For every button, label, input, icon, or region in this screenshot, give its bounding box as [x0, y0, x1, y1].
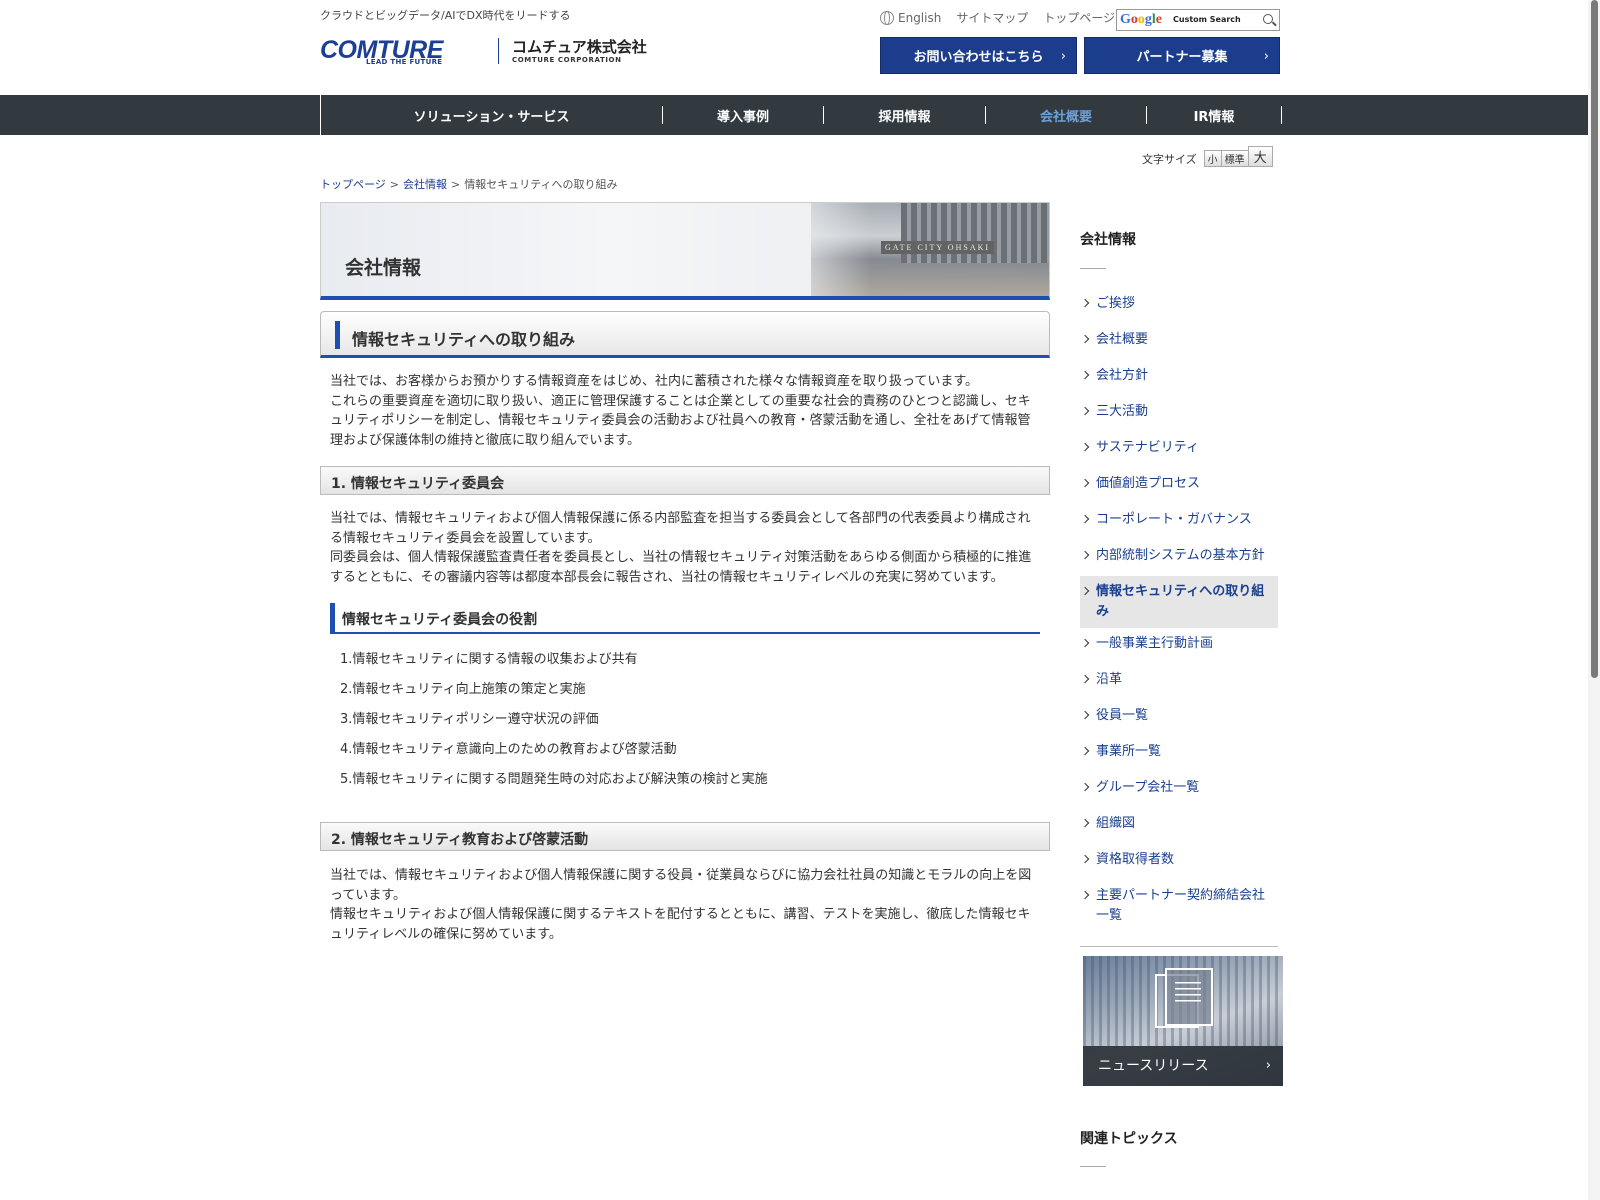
sidebar-heading: 会社情報	[1080, 232, 1136, 248]
partner-button-label: パートナー募集	[1136, 50, 1228, 65]
font-size-normal[interactable]: 標準	[1220, 150, 1249, 167]
section-2-header: 2. 情報セキュリティ教育および啓蒙活動	[320, 822, 1050, 851]
sidebar-item-value-creation[interactable]: 価値創造プロセス	[1080, 468, 1278, 504]
breadcrumb-separator: >	[451, 178, 461, 191]
sidebar-item-partners[interactable]: 主要パートナー契約締結会社一覧	[1080, 880, 1278, 932]
section-1-paragraph: 同委員会は、個人情報保護監査責任者を委員長とし、当社の情報セキュリティ対策活動を…	[330, 550, 1032, 585]
breadcrumb-separator: >	[389, 178, 399, 191]
global-nav: ソリューション・サービス 導入事例 採用情報 会社概要 IR情報	[0, 95, 1600, 135]
sidebar-item-greeting[interactable]: ご挨拶	[1080, 288, 1278, 324]
breadcrumb-current: 情報セキュリティへの取り組み	[464, 178, 618, 191]
top-page-link[interactable]: トップページ	[1043, 9, 1115, 26]
section-2-title: 2. 情報セキュリティ教育および啓蒙活動	[331, 832, 589, 848]
contact-button-label: お問い合わせはこちら	[913, 50, 1044, 65]
roles-list: 1.情報セキュリティに関する情報の収集および共有 2.情報セキュリティ向上施策の…	[340, 650, 768, 800]
logo-en-sub: LEAD THE FUTURE	[366, 58, 443, 66]
breadcrumb-company[interactable]: 会社情報	[403, 178, 447, 191]
search-label: Custom Search	[1173, 15, 1241, 24]
list-item: 4.情報セキュリティ意識向上のための教育および啓蒙活動	[340, 742, 677, 757]
english-link[interactable]: English	[880, 10, 942, 25]
related-topics-heading: 関連トピックス	[1080, 1131, 1178, 1147]
sidebar-item-group[interactable]: グループ会社一覧	[1080, 772, 1278, 808]
font-size-small[interactable]: 小	[1203, 150, 1222, 167]
sidebar-item-policy[interactable]: 会社方針	[1080, 360, 1278, 396]
intro-paragraph: これらの重要資産を適切に取り扱い、適正に管理保護することは企業としての重要な社会…	[330, 393, 1031, 448]
partner-button[interactable]: パートナー募集 ›	[1084, 37, 1280, 74]
nav-ir[interactable]: IR情報	[1147, 106, 1282, 125]
nav-solutions[interactable]: ソリューション・サービス	[321, 106, 663, 125]
sidebar-nav: ご挨拶 会社概要 会社方針 三大活動 サステナビリティ 価値創造プロセス コーポ…	[1080, 288, 1278, 932]
list-item: 3.情報セキュリティポリシー遵守状況の評価	[340, 712, 599, 727]
chevron-right-icon: ›	[1060, 49, 1066, 64]
logo-jp: コムチュア株式会社	[512, 38, 647, 56]
font-size-switcher: 文字サイズ 小 標準 大	[1142, 146, 1273, 167]
sidebar-item-officers[interactable]: 役員一覧	[1080, 700, 1278, 736]
chevron-right-icon: ›	[1263, 49, 1269, 64]
section-2-text: 当社では、情報セキュリティおよび個人情報保護に関する役員・従業員ならびに協力会社…	[330, 866, 1042, 944]
list-item: 2.情報セキュリティ向上施策の策定と実施	[340, 682, 586, 697]
section-1-text: 当社では、情報セキュリティおよび個人情報保護に係る内部監査を担当する委員会として…	[330, 509, 1042, 587]
company-logo[interactable]: COMTURE LEAD THE FUTURE コムチュア株式会社 COMTUR…	[320, 36, 660, 68]
section-2-paragraph: 当社では、情報セキュリティおよび個人情報保護に関する役員・従業員ならびに協力会社…	[330, 868, 1032, 903]
section-1-title: 1. 情報セキュリティ委員会	[331, 476, 505, 492]
hero-title: 会社情報	[345, 257, 422, 279]
sidebar-item-internal-control[interactable]: 内部統制システムの基本方針	[1080, 540, 1278, 576]
scrollbar[interactable]	[1588, 0, 1600, 1200]
font-size-label: 文字サイズ	[1142, 153, 1197, 166]
logo-separator	[498, 38, 499, 64]
english-label: English	[898, 10, 942, 25]
roles-title: 情報セキュリティ委員会の役割	[342, 612, 538, 628]
tagline: クラウドとビッグデータ/AIでDX時代をリードする	[320, 9, 571, 22]
nav-company[interactable]: 会社概要	[986, 106, 1147, 125]
sidebar-item-security[interactable]: 情報セキュリティへの取り組み	[1080, 576, 1278, 628]
breadcrumb: トップページ > 会社情報 > 情報セキュリティへの取り組み	[320, 176, 618, 192]
sidebar-item-action-plan[interactable]: 一般事業主行動計画	[1080, 628, 1278, 664]
news-release-label: ニュースリリース	[1098, 1058, 1209, 1074]
sidebar-item-three-activities[interactable]: 三大活動	[1080, 396, 1278, 432]
page-title: 情報セキュリティへの取り組み	[352, 330, 576, 349]
site-search[interactable]: Google Custom Search	[1116, 9, 1280, 31]
section-1-paragraph: 当社では、情報セキュリティおよび個人情報保護に係る内部監査を担当する委員会として…	[330, 511, 1031, 546]
sidebar-item-overview[interactable]: 会社概要	[1080, 324, 1278, 360]
list-item: 1.情報セキュリティに関する情報の収集および共有	[340, 652, 638, 667]
sidebar-item-history[interactable]: 沿革	[1080, 664, 1278, 700]
contact-button[interactable]: お問い合わせはこちら ›	[880, 37, 1077, 74]
sitemap-link[interactable]: サイトマップ	[956, 9, 1028, 26]
news-release-banner[interactable]: ニュースリリース ›	[1083, 956, 1283, 1086]
breadcrumb-top[interactable]: トップページ	[320, 178, 386, 191]
hero-banner: 会社情報	[320, 202, 1050, 300]
page: クラウドとビッグデータ/AIでDX時代をリードする COMTURE LEAD T…	[0, 0, 1600, 1200]
section-1-header: 1. 情報セキュリティ委員会	[320, 466, 1050, 495]
sidebar-item-certifications[interactable]: 資格取得者数	[1080, 844, 1278, 880]
sidebar-item-sustainability[interactable]: サステナビリティ	[1080, 432, 1278, 468]
intro-paragraph: 当社では、お客様からお預かりする情報資産をはじめ、社内に蓄積された様々な情報資産…	[330, 374, 979, 389]
google-logo: Google	[1120, 12, 1162, 27]
sidebar-item-org-chart[interactable]: 組織図	[1080, 808, 1278, 844]
sidebar-item-offices[interactable]: 事業所一覧	[1080, 736, 1278, 772]
page-title-box: 情報セキュリティへの取り組み	[320, 311, 1050, 358]
sidebar-item-governance[interactable]: コーポレート・ガバナンス	[1080, 504, 1278, 540]
section-2-paragraph: 情報セキュリティおよび個人情報保護に関するテキストを配付するとともに、講習、テス…	[330, 907, 1031, 942]
scrollbar-thumb[interactable]	[1591, 0, 1598, 678]
document-icon	[1155, 968, 1213, 1028]
logo-jp-sub: COMTURE CORPORATION	[512, 56, 622, 64]
roles-header: 情報セキュリティ委員会の役割	[330, 603, 1040, 634]
chevron-right-icon: ›	[1265, 1058, 1271, 1073]
font-size-large[interactable]: 大	[1247, 146, 1273, 167]
nav-recruit[interactable]: 採用情報	[824, 106, 986, 125]
globe-icon	[880, 10, 894, 25]
search-icon[interactable]	[1263, 14, 1273, 24]
utility-links: English サイトマップ トップページ	[880, 9, 1130, 26]
list-item: 5.情報セキュリティに関する問題発生時の対応および解決策の検討と実施	[340, 772, 768, 787]
intro-text: 当社では、お客様からお預かりする情報資産をはじめ、社内に蓄積された様々な情報資産…	[330, 372, 1042, 450]
nav-case-studies[interactable]: 導入事例	[663, 106, 824, 125]
